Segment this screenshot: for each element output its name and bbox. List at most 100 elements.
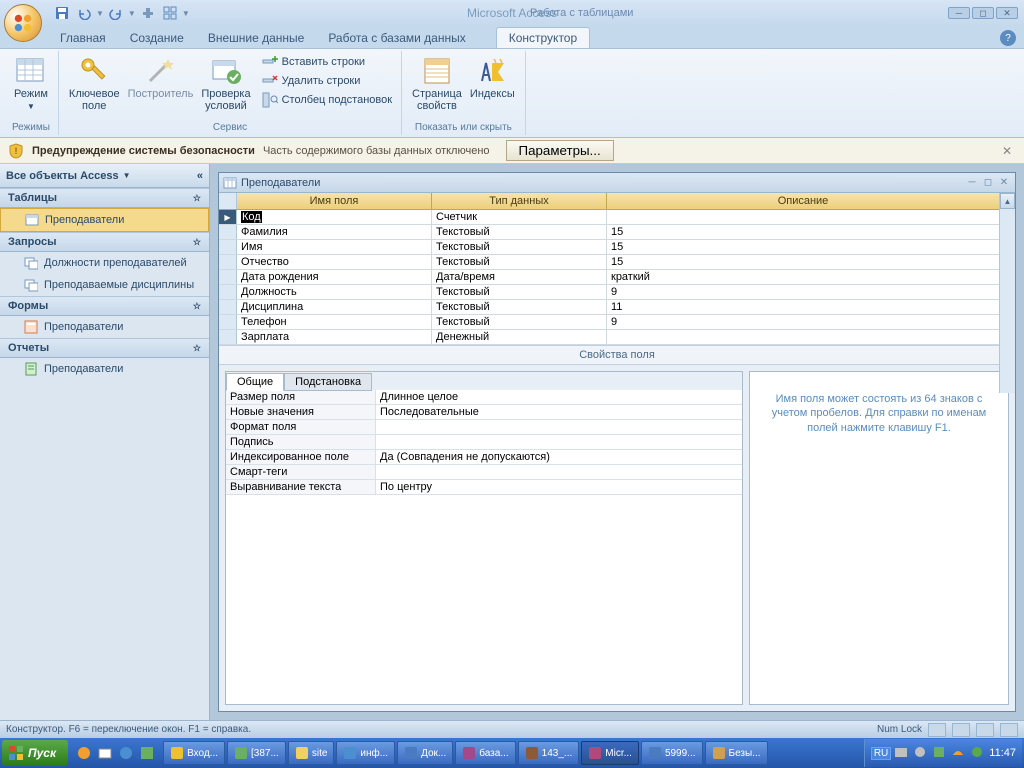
security-options-button[interactable]: Параметры... (506, 140, 614, 161)
ql-btn-3[interactable] (116, 741, 136, 765)
tab-create[interactable]: Создание (118, 28, 196, 48)
taskbar-app-button[interactable]: site (288, 741, 335, 765)
qat-grid-button[interactable] (160, 3, 180, 23)
nav-item[interactable]: Преподаватели (0, 208, 209, 232)
property-row[interactable]: Подпись (226, 435, 742, 450)
language-indicator[interactable]: RU (871, 747, 891, 760)
builder-button[interactable]: Построитель (124, 53, 198, 102)
ql-btn-2[interactable] (95, 741, 115, 765)
app-icon (139, 745, 155, 761)
property-row[interactable]: Смарт-теги (226, 465, 742, 480)
nav-item[interactable]: Преподаватели (0, 358, 209, 380)
tool-icon (141, 6, 155, 20)
property-row[interactable]: Формат поля (226, 420, 742, 435)
office-button[interactable] (4, 4, 42, 42)
ql-btn-4[interactable] (137, 741, 157, 765)
close-button[interactable]: ✕ (996, 7, 1018, 19)
field-row[interactable]: Дата рожденияДата/времякраткий (219, 270, 1015, 285)
undo-button[interactable] (74, 3, 94, 23)
field-row[interactable]: ДолжностьТекстовый9 (219, 285, 1015, 300)
props-tab-general[interactable]: Общие (226, 373, 284, 391)
nav-section-header[interactable]: Таблицы☆ (0, 188, 209, 208)
view-btn-1[interactable] (928, 723, 946, 737)
validation-button[interactable]: Проверка условий (197, 53, 254, 114)
props-tab-lookup[interactable]: Подстановка (284, 373, 372, 391)
lookup-column-button[interactable]: Столбец подстановок (259, 91, 395, 109)
tray-icon-5[interactable] (970, 745, 986, 761)
taskbar-app-button[interactable]: Вход... (163, 741, 225, 765)
taskbar-app-button[interactable]: [387... (227, 741, 286, 765)
nav-item[interactable]: Должности преподавателей (0, 252, 209, 274)
tray-icon-4[interactable] (951, 745, 967, 761)
collapse-nav-icon[interactable]: « (197, 170, 203, 182)
property-row[interactable]: Размер поляДлинное целое (226, 390, 742, 405)
taskbar-app-button[interactable]: 5999... (641, 741, 703, 765)
property-row[interactable]: Выравнивание текстаПо центру (226, 480, 742, 495)
redo-dropdown-icon[interactable]: ▼ (128, 9, 136, 18)
qat-tool-button[interactable] (138, 3, 158, 23)
nav-item[interactable]: Преподаватели (0, 316, 209, 338)
taskbar-app-button[interactable]: Безы... (705, 741, 768, 765)
tab-home[interactable]: Главная (48, 28, 118, 48)
header-field-name[interactable]: Имя поля (237, 193, 432, 209)
help-button[interactable]: ? (1000, 30, 1016, 46)
indexes-button[interactable]: Индексы (466, 53, 519, 102)
scroll-up-icon[interactable]: ▲ (1000, 193, 1015, 209)
tw-minimize-button[interactable]: ─ (965, 177, 979, 189)
tw-close-button[interactable]: ✕ (997, 177, 1011, 189)
field-row[interactable]: ТелефонТекстовый9 (219, 315, 1015, 330)
tab-dbtools[interactable]: Работа с базами данных (316, 28, 477, 48)
tab-design[interactable]: Конструктор (496, 27, 590, 48)
field-row[interactable]: ЗарплатаДенежный (219, 330, 1015, 345)
view-btn-4[interactable] (1000, 723, 1018, 737)
field-properties-header: Свойства поля (219, 345, 1015, 365)
save-button[interactable] (52, 3, 72, 23)
quick-launch (70, 741, 161, 765)
field-row[interactable]: ФамилияТекстовый15 (219, 225, 1015, 240)
taskbar-app-button[interactable]: база... (455, 741, 515, 765)
taskbar-app-button[interactable]: Док... (397, 741, 453, 765)
primary-key-button[interactable]: Ключевое поле (65, 53, 124, 114)
maximize-button[interactable]: ◻ (972, 7, 994, 19)
header-description[interactable]: Описание (607, 193, 999, 209)
minimize-button[interactable]: ─ (948, 7, 970, 19)
field-row[interactable]: ДисциплинаТекстовый11 (219, 300, 1015, 315)
property-row[interactable]: Новые значенияПоследовательные (226, 405, 742, 420)
property-row[interactable]: Индексированное полеДа (Совпадения не до… (226, 450, 742, 465)
app-titlebar: ▼ ▼ ▼ Microsoft Access Работа с таблицам… (0, 0, 1024, 26)
tw-restore-button[interactable]: ◻ (981, 177, 995, 189)
nav-pane-header[interactable]: Все объекты Access ▼ « (0, 164, 209, 188)
delete-rows-button[interactable]: Удалить строки (259, 72, 395, 90)
redo-button[interactable] (106, 3, 126, 23)
field-row[interactable]: ▶КодСчетчик (219, 210, 1015, 225)
insert-rows-button[interactable]: Вставить строки (259, 53, 395, 71)
grid-scrollbar[interactable]: ▲ (999, 193, 1015, 393)
qat-customize-icon[interactable]: ▼ (182, 9, 190, 18)
nav-section-header[interactable]: Отчеты☆ (0, 338, 209, 358)
property-sheet-button[interactable]: Страница свойств (408, 53, 466, 114)
clock[interactable]: 11:47 (989, 747, 1016, 759)
security-title: Предупреждение системы безопасности (32, 145, 255, 157)
taskbar-app-button[interactable]: Micr... (581, 741, 639, 765)
nav-item[interactable]: Преподаваемые дисциплины (0, 274, 209, 296)
nav-section-header[interactable]: Формы☆ (0, 296, 209, 316)
header-data-type[interactable]: Тип данных (432, 193, 607, 209)
field-row[interactable]: ОтчествоТекстовый15 (219, 255, 1015, 270)
tray-icon-2[interactable] (913, 745, 929, 761)
view-btn-3[interactable] (976, 723, 994, 737)
undo-dropdown-icon[interactable]: ▼ (96, 9, 104, 18)
view-mode-button[interactable]: Режим▼ (10, 53, 52, 114)
field-row[interactable]: ИмяТекстовый15 (219, 240, 1015, 255)
taskbar-app-button[interactable]: инф... (336, 741, 395, 765)
properties-help-text: Имя поля может состоять из 64 знаков с у… (749, 371, 1009, 705)
security-close-button[interactable]: ✕ (1002, 144, 1016, 158)
tray-icon-1[interactable] (894, 745, 910, 761)
ribbon-group-service: Ключевое поле Построитель Проверка услов… (59, 51, 402, 135)
nav-section-header[interactable]: Запросы☆ (0, 232, 209, 252)
tray-icon-3[interactable] (932, 745, 948, 761)
tab-external[interactable]: Внешние данные (196, 28, 317, 48)
start-button[interactable]: Пуск (2, 740, 68, 766)
taskbar-app-button[interactable]: 143_... (518, 741, 580, 765)
view-btn-2[interactable] (952, 723, 970, 737)
ql-btn-1[interactable] (74, 741, 94, 765)
